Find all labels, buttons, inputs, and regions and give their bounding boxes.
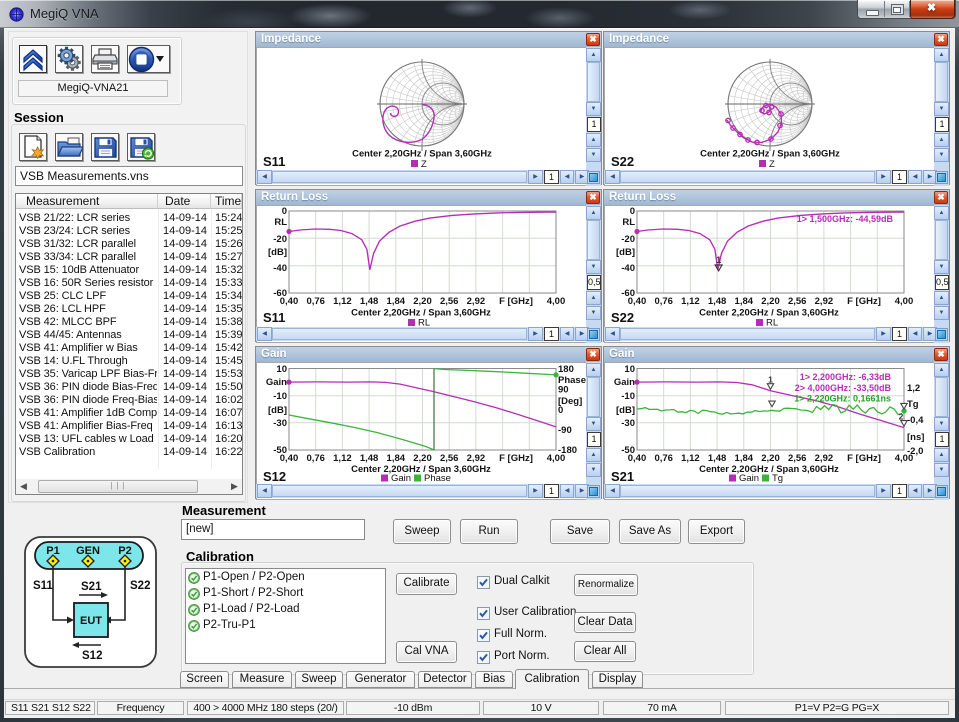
svg-text:F [GHz]: F [GHz] [847, 453, 881, 464]
svg-text:2,92: 2,92 [815, 296, 834, 307]
svg-text:2,20: 2,20 [761, 296, 780, 307]
svg-text:[dB]: [dB] [616, 405, 635, 416]
svg-text:Center 2,20GHz / Span 3,60GHz: Center 2,20GHz / Span 3,60GHz [351, 307, 491, 318]
svg-text:-30: -30 [273, 418, 287, 429]
svg-text:Gain: Gain [266, 377, 287, 388]
svg-text:Tg: Tg [907, 399, 919, 410]
svg-text:1,84: 1,84 [387, 296, 406, 307]
svg-text:1,2: 1,2 [907, 383, 920, 394]
svg-text:Gain: Gain [391, 473, 411, 484]
svg-text:4,00: 4,00 [547, 296, 566, 307]
svg-text:S12: S12 [82, 650, 102, 662]
svg-text:RL: RL [274, 217, 287, 228]
svg-text:0,40: 0,40 [628, 296, 647, 307]
svg-text:F [GHz]: F [GHz] [847, 296, 881, 307]
svg-text:[dB]: [dB] [616, 247, 635, 258]
svg-text:0,40: 0,40 [280, 296, 299, 307]
svg-text:Center 2,20GHz / Span 3,60GHz: Center 2,20GHz / Span 3,60GHz [352, 148, 492, 159]
svg-text:1,84: 1,84 [735, 296, 754, 307]
svg-text:Phase: Phase [424, 473, 451, 484]
svg-text:4,00: 4,00 [895, 296, 914, 307]
svg-text:1> 2,220GHz: 0,1661ns: 1> 2,220GHz: 0,1661ns [794, 394, 891, 404]
svg-text:S22: S22 [611, 154, 634, 169]
svg-text:180: 180 [558, 364, 574, 375]
svg-text:S21: S21 [611, 469, 634, 484]
svg-text:90: 90 [558, 385, 569, 396]
svg-text:1,12: 1,12 [333, 453, 352, 464]
svg-text:-20: -20 [273, 234, 287, 245]
svg-text:0,40: 0,40 [628, 453, 647, 464]
svg-text:-30: -30 [621, 418, 635, 429]
svg-text:0: 0 [630, 206, 635, 217]
svg-text:[ns]: [ns] [907, 432, 924, 443]
svg-text:2,56: 2,56 [440, 296, 459, 307]
svg-text:Tg: Tg [772, 473, 783, 484]
svg-text:1> 1,500GHz: -44,59dB: 1> 1,500GHz: -44,59dB [797, 214, 894, 224]
svg-text:-0,4: -0,4 [907, 415, 924, 426]
svg-text:[dB]: [dB] [268, 405, 287, 416]
svg-text:1,12: 1,12 [333, 296, 352, 307]
svg-text:1,12: 1,12 [681, 296, 700, 307]
svg-text:S11: S11 [263, 154, 285, 169]
svg-text:1,48: 1,48 [708, 296, 727, 307]
svg-text:Gain: Gain [614, 377, 635, 388]
svg-text:F [GHz]: F [GHz] [499, 453, 533, 464]
svg-text:-10: -10 [273, 391, 287, 402]
svg-text:-10: -10 [621, 391, 635, 402]
svg-text:4,00: 4,00 [895, 453, 914, 464]
svg-text:-40: -40 [273, 263, 287, 274]
svg-text:S12: S12 [263, 469, 286, 484]
svg-text:S22: S22 [130, 580, 150, 592]
svg-text:0,40: 0,40 [280, 453, 299, 464]
svg-text:Gain: Gain [739, 473, 759, 484]
svg-text:10: 10 [276, 364, 287, 375]
svg-text:0: 0 [282, 206, 287, 217]
svg-text:S21: S21 [81, 581, 102, 593]
svg-text:S11: S11 [263, 310, 285, 325]
svg-text:2,56: 2,56 [788, 296, 807, 307]
svg-text:Center 2,20GHz / Span 3,60GHz: Center 2,20GHz / Span 3,60GHz [351, 463, 491, 474]
svg-text:2,20: 2,20 [413, 296, 432, 307]
svg-text:0: 0 [558, 405, 563, 416]
svg-text:S22: S22 [611, 310, 634, 325]
svg-text:Center 2,20GHz / Span 3,60GHz: Center 2,20GHz / Span 3,60GHz [699, 307, 839, 318]
svg-text:Z: Z [769, 159, 775, 170]
svg-text:S11: S11 [33, 580, 53, 592]
svg-text:2> 4,000GHz: -33,50dB: 2> 4,000GHz: -33,50dB [795, 383, 892, 393]
svg-text:0,76: 0,76 [306, 296, 325, 307]
svg-text:-90: -90 [558, 425, 572, 436]
svg-text:0,76: 0,76 [654, 453, 673, 464]
svg-text:F [GHz]: F [GHz] [499, 296, 533, 307]
svg-text:1: 1 [716, 255, 721, 265]
svg-text:1> 2,200GHz: -6,33dB: 1> 2,200GHz: -6,33dB [800, 372, 892, 382]
svg-text:1,48: 1,48 [360, 296, 379, 307]
svg-text:2,92: 2,92 [467, 296, 486, 307]
svg-text:[dB]: [dB] [268, 247, 287, 258]
svg-text:RL: RL [622, 217, 635, 228]
svg-text:10: 10 [624, 364, 635, 375]
svg-text:Z: Z [421, 159, 427, 170]
svg-text:0,76: 0,76 [654, 296, 673, 307]
svg-text:EUT: EUT [80, 615, 102, 627]
svg-text:-40: -40 [621, 263, 635, 274]
svg-text:Center 2,20GHz / Span 3,60GHz: Center 2,20GHz / Span 3,60GHz [699, 463, 839, 474]
svg-text:4,00: 4,00 [547, 453, 566, 464]
svg-text:Center 2,20GHz / Span 3,60GHz: Center 2,20GHz / Span 3,60GHz [700, 148, 840, 159]
svg-text:1,12: 1,12 [681, 453, 700, 464]
svg-text:0,76: 0,76 [306, 453, 325, 464]
svg-text:-20: -20 [621, 234, 635, 245]
